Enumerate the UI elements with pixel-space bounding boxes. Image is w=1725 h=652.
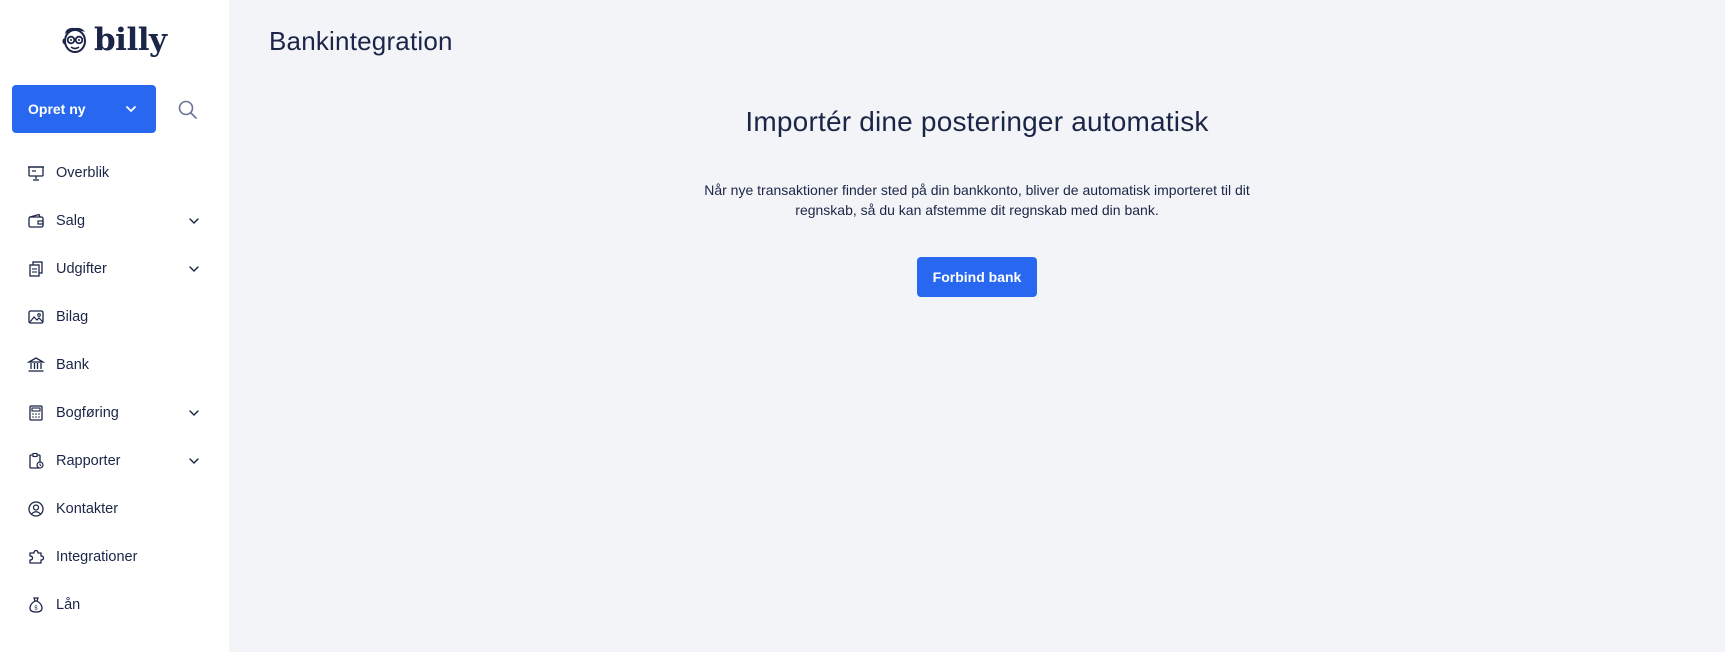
sidebar-item-bilag[interactable]: Bilag bbox=[0, 293, 229, 341]
main-content: Bankintegration Importér dine posteringe… bbox=[229, 0, 1725, 652]
search-icon bbox=[178, 100, 197, 119]
sidebar-item-label: Bilag bbox=[56, 309, 89, 325]
connect-bank-button[interactable]: Forbind bank bbox=[916, 257, 1038, 297]
sidebar: billy Opret ny Overblik Salg Udgifter Bi… bbox=[0, 0, 229, 652]
sidebar-item-lan[interactable]: $ Lån bbox=[0, 581, 229, 629]
sidebar-item-label: Kontakter bbox=[56, 501, 119, 517]
sidebar-item-label: Lån bbox=[56, 597, 81, 613]
sidebar-item-label: Bank bbox=[56, 357, 90, 373]
money-bag-icon: $ bbox=[26, 595, 46, 615]
sidebar-item-overblik[interactable]: Overblik bbox=[0, 149, 229, 197]
sidebar-item-label: Integrationer bbox=[56, 549, 138, 565]
bank-icon bbox=[26, 355, 46, 375]
chevron-down-icon[interactable] bbox=[187, 406, 201, 420]
svg-text:$: $ bbox=[34, 605, 38, 612]
presentation-icon bbox=[26, 163, 46, 183]
bank-integration-empty-state: Importér dine posteringer automatisk Når… bbox=[229, 106, 1725, 297]
sidebar-item-label: Bogføring bbox=[56, 405, 119, 421]
sidebar-item-salg[interactable]: Salg bbox=[0, 197, 229, 245]
sidebar-item-label: Udgifter bbox=[56, 261, 107, 277]
image-icon bbox=[26, 307, 46, 327]
documents-icon bbox=[26, 259, 46, 279]
sidebar-item-rapporter[interactable]: Rapporter bbox=[0, 437, 229, 485]
wallet-icon bbox=[26, 211, 46, 231]
empty-state-description: Når nye transaktioner finder sted på din… bbox=[704, 182, 1250, 218]
chevron-down-icon[interactable] bbox=[187, 214, 201, 228]
sidebar-nav: Overblik Salg Udgifter Bilag Bank Bogfør… bbox=[0, 149, 229, 629]
sidebar-item-bank[interactable]: Bank bbox=[0, 341, 229, 389]
billy-logo[interactable]: billy bbox=[60, 22, 167, 58]
search-button[interactable] bbox=[176, 98, 200, 122]
sidebar-item-udgifter[interactable]: Udgifter bbox=[0, 245, 229, 293]
sidebar-item-kontakter[interactable]: Kontakter bbox=[0, 485, 229, 533]
sidebar-item-integrationer[interactable]: Integrationer bbox=[0, 533, 229, 581]
brand-name: billy bbox=[94, 22, 167, 58]
report-icon bbox=[26, 451, 46, 471]
sidebar-item-label: Salg bbox=[56, 213, 86, 229]
page-title: Bankintegration bbox=[269, 26, 453, 56]
chevron-down-icon[interactable] bbox=[187, 262, 201, 276]
app-root: billy Opret ny Overblik Salg Udgifter Bi… bbox=[0, 0, 1725, 652]
sidebar-item-label: Overblik bbox=[56, 165, 110, 181]
create-new-button[interactable]: Opret ny bbox=[12, 85, 156, 133]
sidebar-item-bogforing[interactable]: Bogføring bbox=[0, 389, 229, 437]
puzzle-icon bbox=[26, 547, 46, 567]
billy-mascot-icon bbox=[62, 27, 86, 53]
calculator-icon bbox=[26, 403, 46, 423]
sidebar-item-label: Rapporter bbox=[56, 453, 121, 469]
chevron-down-icon bbox=[126, 106, 136, 112]
empty-state-heading: Importér dine posteringer automatisk bbox=[745, 106, 1209, 137]
chevron-down-icon[interactable] bbox=[187, 454, 201, 468]
create-new-label: Opret ny bbox=[28, 101, 86, 117]
user-circle-icon bbox=[26, 499, 46, 519]
